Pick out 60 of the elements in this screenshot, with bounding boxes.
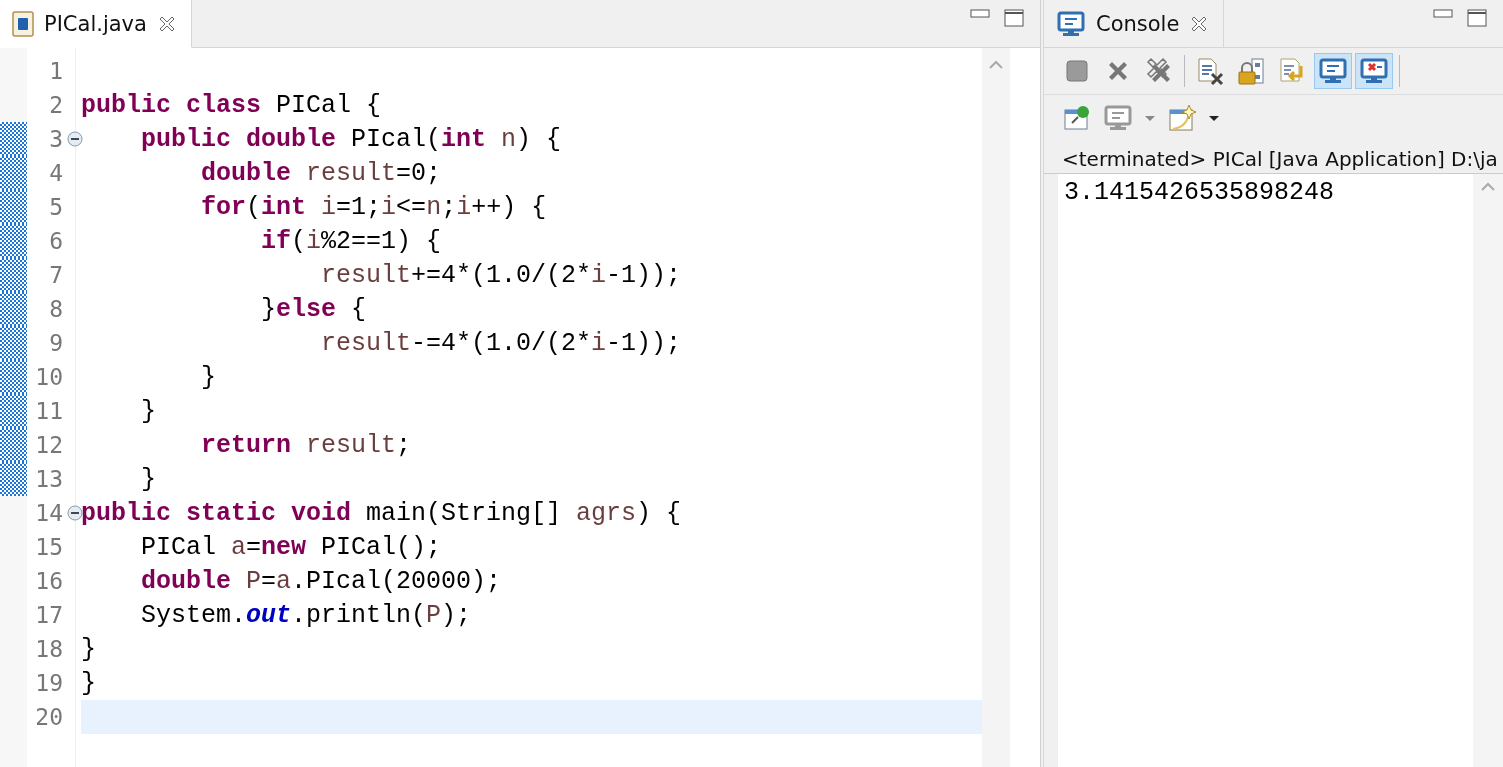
scrollbar[interactable]: [982, 48, 1010, 767]
code-line: result-=4*(1.0/(2*i-1));: [320, 327, 683, 360]
code-line: public double PIcal(int n) {: [140, 123, 563, 156]
line-number: 11: [35, 398, 63, 424]
monitor-icon: [1318, 56, 1348, 86]
line-number: 7: [49, 262, 63, 288]
caret-icon: [1144, 114, 1156, 122]
scrollbar[interactable]: [1473, 174, 1503, 767]
window-pin-icon: [1062, 103, 1092, 133]
line-number: 9: [49, 330, 63, 356]
code-line: public class PICal {: [81, 89, 383, 122]
collapse-icon[interactable]: [67, 505, 83, 521]
line-number: 8: [49, 296, 63, 322]
code-line: double result=0;: [200, 157, 443, 190]
caret-icon: [1208, 114, 1220, 122]
line-number: 13: [35, 466, 63, 492]
clear-console-icon: [1195, 56, 1225, 86]
line-number: 10: [35, 364, 63, 390]
code-line: }: [200, 361, 218, 394]
file-icon: [12, 10, 34, 37]
code-line: if(i%2==1) {: [260, 225, 443, 258]
line-number: 17: [35, 602, 63, 628]
line-number: 19: [35, 670, 63, 696]
minimize-icon[interactable]: [1433, 9, 1453, 19]
monitor-icon: [1103, 103, 1133, 133]
code-line: System.out.println(P);: [140, 599, 473, 632]
window-star-icon: [1167, 103, 1197, 133]
line-number: 3: [49, 126, 63, 152]
minimize-icon[interactable]: [970, 9, 990, 19]
console-output: 3.1415426535898248: [1064, 178, 1336, 208]
code-line: double P=a.PIcal(20000);: [140, 565, 503, 598]
code-line: public static void main(String[] agrs) {: [81, 497, 683, 530]
line-number: 16: [35, 568, 63, 594]
code-line: PICal a=new PICal();: [140, 531, 443, 564]
line-number: 20: [35, 704, 63, 730]
collapse-icon[interactable]: [67, 131, 83, 147]
scroll-up-icon[interactable]: [1480, 182, 1496, 192]
code-line: }: [81, 667, 97, 700]
monitor-error-icon: [1359, 56, 1389, 86]
line-number: 15: [35, 534, 63, 560]
line-number: 6: [49, 228, 63, 254]
line-number: 14: [35, 500, 63, 526]
line-number: 1: [49, 58, 63, 84]
maximize-icon[interactable]: [1467, 9, 1487, 27]
line-number: 12: [35, 432, 63, 458]
code-line: }: [81, 633, 97, 666]
lock-icon: [1236, 56, 1266, 86]
scroll-up-icon[interactable]: [988, 60, 1004, 70]
line-number: 4: [49, 160, 63, 186]
code-line: }: [140, 463, 157, 496]
editor-tab[interactable]: PICal.java: [0, 0, 192, 48]
maximize-icon[interactable]: [1004, 9, 1024, 27]
code-line: }else {: [260, 293, 368, 326]
code-line: result+=4*(1.0/(2*i-1));: [320, 259, 683, 292]
line-number: 5: [49, 194, 63, 220]
line-number: 2: [49, 92, 63, 118]
line-number: 18: [35, 636, 63, 662]
code-line: return result;: [200, 429, 413, 462]
code-line: }: [140, 395, 157, 428]
code-line: for(int i=1;i<=n;i++) {: [200, 191, 548, 224]
